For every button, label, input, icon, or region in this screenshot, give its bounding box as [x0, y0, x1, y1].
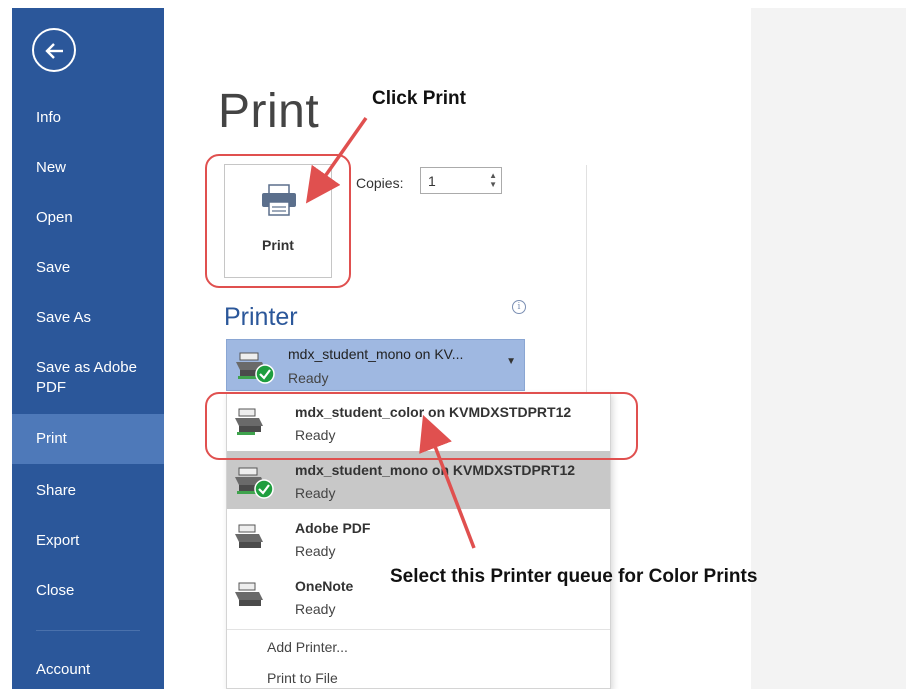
select-queue-arrow [419, 414, 476, 549]
click-print-arrow [305, 116, 368, 204]
select-queue-annotation: Select this Printer queue for Color Prin… [390, 566, 758, 587]
click-print-annotation: Click Print [372, 88, 466, 109]
